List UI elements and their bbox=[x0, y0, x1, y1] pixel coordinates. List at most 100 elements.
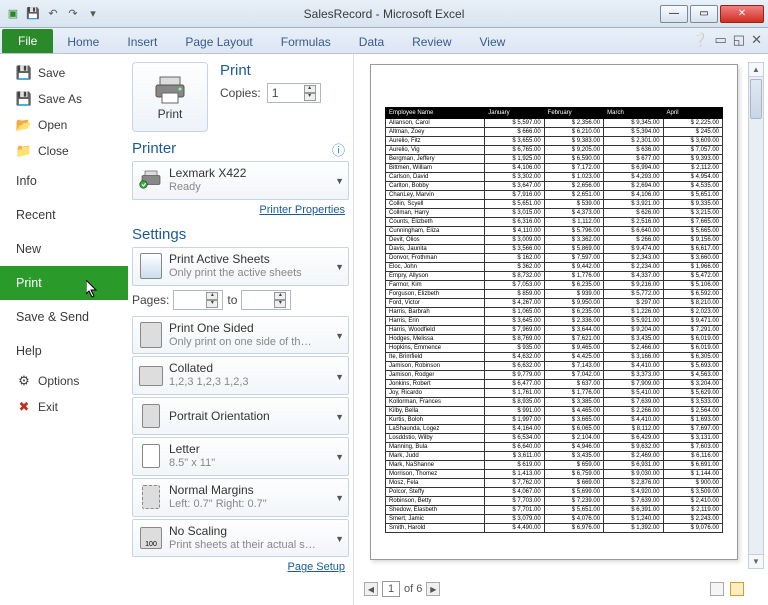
close-button[interactable]: ✕ bbox=[720, 5, 764, 23]
paper-title: Letter bbox=[169, 442, 215, 457]
pages-from-input[interactable]: ▴▾ bbox=[173, 290, 223, 310]
info-icon[interactable]: ⓘ bbox=[332, 140, 345, 159]
nav-info[interactable]: Info bbox=[0, 164, 128, 198]
nav-save-as[interactable]: 💾 Save As bbox=[0, 86, 128, 112]
nav-help[interactable]: Help bbox=[0, 334, 128, 368]
nav-save-send[interactable]: Save & Send bbox=[0, 300, 128, 334]
preview-scrollbar[interactable]: ▲ ▼ bbox=[748, 62, 764, 569]
scroll-up-icon[interactable]: ▲ bbox=[749, 63, 763, 77]
prev-page-button[interactable]: ◀ bbox=[364, 582, 378, 596]
print-button-label: Print bbox=[158, 107, 183, 121]
print-what-sub: Only print the active sheets bbox=[169, 267, 302, 281]
nav-options[interactable]: ⚙Options bbox=[0, 368, 128, 394]
nav-close-label: Close bbox=[38, 144, 69, 158]
scaling-select[interactable]: 100 No ScalingPrint sheets at their actu… bbox=[132, 519, 349, 558]
collate-select[interactable]: Collated1,2,3 1,2,3 1,2,3 ▼ bbox=[132, 356, 349, 395]
printer-select[interactable]: Lexmark X422Ready ▼ bbox=[132, 161, 349, 200]
printer-icon bbox=[154, 73, 186, 105]
print-button[interactable]: Print bbox=[132, 62, 208, 132]
nav-recent[interactable]: Recent bbox=[0, 198, 128, 232]
nav-new[interactable]: New bbox=[0, 232, 128, 266]
exit-icon: ✖ bbox=[16, 399, 32, 415]
sides-select[interactable]: Print One SidedOnly print on one side of… bbox=[132, 316, 349, 355]
tab-home[interactable]: Home bbox=[53, 31, 113, 53]
scaling-icon: 100 bbox=[139, 524, 163, 552]
paper-size-select[interactable]: Letter8.5" x 11" ▼ bbox=[132, 437, 349, 476]
restore-window-icon[interactable]: ◱ bbox=[733, 32, 745, 48]
page-total-label: of 6 bbox=[404, 583, 422, 595]
margins-icon bbox=[139, 483, 163, 511]
qat-customize-icon[interactable]: ▾ bbox=[84, 5, 102, 23]
pages-label: Pages: bbox=[132, 293, 169, 307]
preview-footer: ◀ 1 of 6 ▶ bbox=[364, 577, 744, 601]
tab-formulas[interactable]: Formulas bbox=[267, 31, 345, 53]
chevron-down-icon: ▼ bbox=[335, 372, 344, 382]
help-icon[interactable]: ❔ bbox=[692, 32, 708, 48]
chevron-down-icon: ▼ bbox=[335, 534, 344, 544]
window-title: SalesRecord - Microsoft Excel bbox=[0, 7, 768, 21]
nav-save[interactable]: 💾Save bbox=[0, 60, 128, 86]
one-sided-icon bbox=[139, 321, 163, 349]
pages-to-label: to bbox=[227, 293, 237, 307]
printer-heading: Printerⓘ bbox=[132, 140, 349, 157]
nav-print[interactable]: Print bbox=[0, 266, 128, 300]
quick-access-toolbar: ▣ 💾 ↶ ↷ ▾ bbox=[4, 5, 102, 23]
nav-close[interactable]: 📁Close bbox=[0, 138, 128, 164]
chevron-down-icon: ▼ bbox=[335, 176, 344, 186]
maximize-button[interactable]: ▭ bbox=[690, 5, 718, 23]
ribbon-tabs: File Home Insert Page Layout Formulas Da… bbox=[0, 28, 768, 54]
save-as-icon: 💾 bbox=[16, 91, 32, 107]
orientation-select[interactable]: Portrait Orientation ▼ bbox=[132, 397, 349, 435]
scrollbar-thumb[interactable] bbox=[750, 79, 762, 119]
tab-data[interactable]: Data bbox=[345, 31, 398, 53]
undo-icon[interactable]: ↶ bbox=[44, 5, 62, 23]
pages-to-input[interactable]: ▴▾ bbox=[241, 290, 291, 310]
redo-icon[interactable]: ↷ bbox=[64, 5, 82, 23]
minimize-button[interactable]: — bbox=[660, 5, 688, 23]
paper-sub: 8.5" x 11" bbox=[169, 457, 215, 471]
save-icon: 💾 bbox=[16, 65, 32, 81]
collate-sub: 1,2,3 1,2,3 1,2,3 bbox=[169, 376, 249, 390]
folder-open-icon: 📂 bbox=[16, 117, 32, 133]
excel-app-icon[interactable]: ▣ bbox=[4, 5, 22, 23]
save-icon[interactable]: 💾 bbox=[24, 5, 42, 23]
tab-file[interactable]: File bbox=[2, 29, 53, 53]
zoom-to-page-button[interactable] bbox=[730, 582, 744, 596]
copies-spinner[interactable]: ▴▾ bbox=[304, 85, 316, 101]
collate-title: Collated bbox=[169, 361, 249, 376]
paper-icon bbox=[139, 442, 163, 470]
margins-select[interactable]: Normal MarginsLeft: 0.7" Right: 0.7" ▼ bbox=[132, 478, 349, 517]
tab-view[interactable]: View bbox=[466, 31, 520, 53]
nav-save-as-label: Save As bbox=[38, 92, 82, 106]
tab-review[interactable]: Review bbox=[398, 31, 465, 53]
preview-page: Employee NameJanuaryFebruaryMarchAprilAl… bbox=[370, 64, 738, 560]
pages-from-spinner[interactable]: ▴▾ bbox=[206, 292, 218, 308]
printer-name: Lexmark X422 bbox=[169, 166, 246, 181]
copies-input[interactable]: 1▴▾ bbox=[267, 83, 321, 103]
page-setup-link[interactable]: Page Setup bbox=[132, 559, 349, 575]
printer-properties-link[interactable]: Printer Properties bbox=[132, 202, 349, 218]
printer-device-icon bbox=[139, 166, 163, 194]
title-bar: ▣ 💾 ↶ ↷ ▾ SalesRecord - Microsoft Excel … bbox=[0, 0, 768, 28]
next-page-button[interactable]: ▶ bbox=[426, 582, 440, 596]
page-number-input[interactable]: 1 bbox=[382, 581, 400, 597]
sides-title: Print One Sided bbox=[169, 321, 311, 336]
show-margins-button[interactable] bbox=[710, 582, 724, 596]
collated-icon bbox=[139, 362, 163, 390]
tab-insert[interactable]: Insert bbox=[113, 31, 171, 53]
pages-to-spinner[interactable]: ▴▾ bbox=[274, 292, 286, 308]
close-workbook-icon[interactable]: ✕ bbox=[751, 32, 762, 48]
scroll-down-icon[interactable]: ▼ bbox=[749, 554, 763, 568]
nav-open-label: Open bbox=[38, 118, 67, 132]
chevron-down-icon: ▼ bbox=[335, 262, 344, 272]
settings-heading: Settings bbox=[132, 226, 349, 243]
tab-page-layout[interactable]: Page Layout bbox=[171, 31, 266, 53]
chevron-down-icon: ▼ bbox=[335, 493, 344, 503]
margins-sub: Left: 0.7" Right: 0.7" bbox=[169, 498, 267, 512]
nav-open[interactable]: 📂 Open bbox=[0, 112, 128, 138]
print-what-select[interactable]: Print Active SheetsOnly print the active… bbox=[132, 247, 349, 286]
options-icon: ⚙ bbox=[16, 373, 32, 389]
minimize-ribbon-icon[interactable]: ▭ bbox=[715, 32, 727, 48]
orientation-title: Portrait Orientation bbox=[169, 409, 270, 424]
nav-exit[interactable]: ✖Exit bbox=[0, 394, 128, 420]
